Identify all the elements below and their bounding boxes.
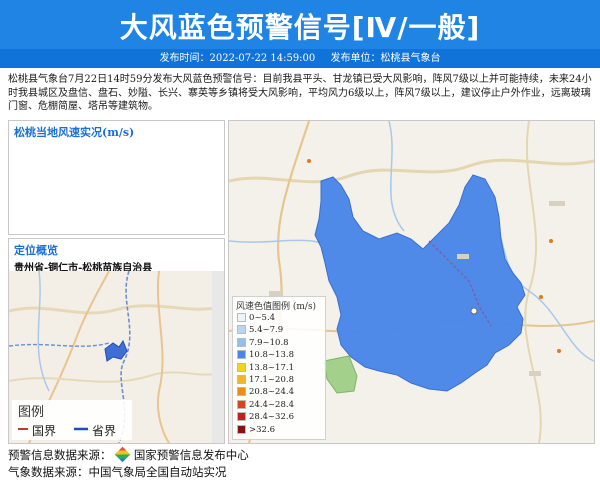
- wind-legend-swatch: [237, 387, 246, 397]
- warning-description: 松桃县气象台7月22日14时59分发布大风蓝色预警信号：目前我县平头、甘龙镇已受…: [8, 74, 592, 112]
- wind-legend-label: 20.8~24.4: [249, 387, 294, 398]
- wind-legend-label: 7.9~10.8: [249, 337, 289, 348]
- wind-speed-legend: 风速色值图例 (m/s) 0~5.4 5.4~7.9 7.9~10.8 10.8~13…: [232, 296, 326, 440]
- wind-legend-label: 28.4~32.6: [249, 412, 294, 423]
- publish-time: 发布时间：2022-07-22 14:59:00: [159, 53, 316, 64]
- wind-legend-item: 0~5.4: [237, 313, 275, 324]
- wind-legend-swatch: [237, 362, 246, 372]
- wind-legend-item: 7.9~10.8: [237, 337, 289, 349]
- wind-legend-label: 5.4~7.9: [249, 325, 284, 336]
- overview-legend: 图例 国界 省界: [12, 400, 132, 440]
- header-banner: 大风蓝色预警信号[Ⅳ/一般]: [0, 0, 600, 49]
- source-label: 预警信息数据来源：: [8, 448, 112, 462]
- wind-legend-swatch: [237, 399, 246, 409]
- wind-legend-label: 10.8~13.8: [249, 350, 294, 361]
- wind-legend-title: 风速色值图例 (m/s): [236, 302, 317, 312]
- wind-legend-label: 0~5.4: [249, 313, 276, 323]
- publish-unit: 发布单位：松桃县气象台: [330, 53, 441, 64]
- source-name[interactable]: 国家预警信息发布中心: [134, 448, 249, 462]
- wind-legend-swatch: [237, 337, 246, 347]
- wind-legend-swatch: [237, 424, 246, 434]
- wind-legend-item: 5.4~7.9: [237, 325, 283, 336]
- wind-legend-swatch: [237, 375, 246, 384]
- meta-bar: 发布时间：2022-07-22 14:59:00 发布单位：松桃县气象台: [0, 49, 600, 68]
- wind-legend-label: >32.6: [249, 424, 276, 435]
- source-logo-icon: [114, 446, 131, 463]
- wind-legend-swatch: [237, 325, 246, 335]
- wind-legend-item: 20.8~24.4: [237, 387, 294, 398]
- wind-legend-label: 17.1~20.8: [249, 375, 294, 385]
- wind-legend-item: 17.1~20.8: [237, 375, 294, 386]
- wind-legend-item: 24.4~28.4: [237, 399, 294, 411]
- wind-legend-item: >32.6: [237, 424, 276, 436]
- wind-legend-item: 28.4~32.6: [237, 412, 294, 423]
- wind-legend-label: 24.4~28.4: [249, 399, 294, 410]
- wind-speed-title: 松桃当地风速实况(m/s): [14, 126, 135, 139]
- wind-legend-label: 13.8~17.1: [249, 362, 294, 373]
- wind-speed-panel: 松桃当地风速实况(m/s): [8, 120, 225, 235]
- legend-national-border: 国界: [32, 424, 57, 438]
- wind-legend-swatch: [237, 313, 246, 322]
- warning-title: 大风蓝色预警信号[Ⅳ/一般]: [119, 11, 481, 44]
- footer-source: 预警信息数据来源： 国家预警信息发布中心: [8, 446, 249, 463]
- legend-province-border: 省界: [92, 424, 117, 438]
- wind-legend-item: 13.8~17.1: [237, 362, 294, 374]
- footer-weather-source: 气象数据来源：中国气象局全国自动站实况: [8, 465, 227, 479]
- wind-legend-item: 10.8~13.8: [237, 350, 294, 361]
- wind-legend-swatch: [237, 350, 246, 360]
- wind-legend-swatch: [237, 412, 246, 422]
- location-title: 定位概览: [14, 244, 58, 257]
